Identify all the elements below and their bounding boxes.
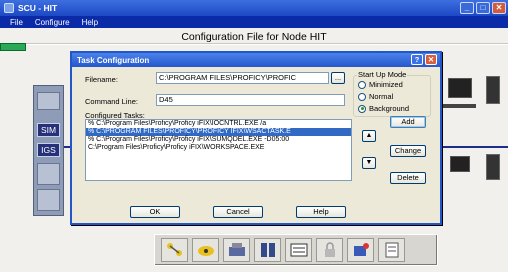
list-item[interactable]: % C:\PROGRAM FILES\PROFICY\PROFICY IFIX\… xyxy=(86,128,351,136)
cancel-button[interactable]: Cancel xyxy=(213,206,263,218)
add-button[interactable]: Add xyxy=(390,116,426,128)
radio-button[interactable] xyxy=(358,92,366,101)
help-button[interactable]: Help xyxy=(296,206,346,218)
command-line-label: Command Line: xyxy=(85,97,138,106)
divider xyxy=(0,43,508,45)
device-slot xyxy=(37,163,60,185)
radio-button[interactable] xyxy=(358,80,366,89)
task-configuration-dialog: Task Configuration ? ✕ Filename: C:\PROG… xyxy=(70,51,442,225)
network-icon[interactable] xyxy=(161,238,188,262)
page-title: Configuration File for Node HIT xyxy=(181,31,327,43)
app-title: SCU - HIT xyxy=(18,3,58,13)
filename-label: Filename: xyxy=(85,75,118,84)
delete-button[interactable]: Delete xyxy=(390,172,426,184)
minimize-button[interactable]: _ xyxy=(460,2,474,14)
move-down-button[interactable]: ▼ xyxy=(362,157,376,169)
filename-field[interactable]: C:\PROGRAM FILES\PROFICY\PROFIC xyxy=(156,72,329,84)
configured-tasks-list[interactable]: % C:\Program Files\Proficy\Proficy iFIX\… xyxy=(85,119,352,181)
device-slot xyxy=(37,189,60,211)
change-button[interactable]: Change xyxy=(390,145,426,157)
help-title-button[interactable]: ? xyxy=(411,54,423,65)
command-line-field[interactable]: D45 xyxy=(156,94,345,106)
ok-button[interactable]: OK xyxy=(130,206,180,218)
menu-configure[interactable]: Configure xyxy=(35,18,70,27)
task-icon[interactable] xyxy=(347,238,374,262)
dialog-title: Task Configuration xyxy=(77,55,150,65)
startup-mode-label: Start Up Mode xyxy=(357,70,408,79)
radio-normal[interactable]: Normal xyxy=(358,92,393,101)
close-button[interactable]: ✕ xyxy=(492,2,506,14)
menu-bar: File Configure Help xyxy=(0,16,508,28)
dialog-title-bar: Task Configuration ? ✕ xyxy=(72,53,440,67)
security-icon[interactable] xyxy=(316,238,343,262)
node-device-panel[interactable]: SIM IGS xyxy=(33,85,64,216)
menu-file[interactable]: File xyxy=(10,18,23,27)
config-icon[interactable] xyxy=(378,238,405,262)
alarm-icon[interactable] xyxy=(192,238,219,262)
device-label-sim: SIM xyxy=(37,123,60,137)
device-label-igs: IGS xyxy=(37,143,60,157)
radio-button[interactable] xyxy=(358,104,366,113)
app-icon xyxy=(4,3,14,13)
browse-button[interactable]: ... xyxy=(331,72,345,84)
maximize-button[interactable]: □ xyxy=(476,2,490,14)
sql-icon[interactable] xyxy=(223,238,250,262)
database-icon[interactable] xyxy=(254,238,281,262)
radio-background[interactable]: Background xyxy=(358,104,409,113)
list-item[interactable]: % C:\Program Files\Proficy\Proficy iFIX\… xyxy=(86,136,351,144)
bottom-toolbar xyxy=(154,234,438,266)
app-title-bar: SCU - HIT _ □ ✕ xyxy=(0,0,508,16)
device-slot xyxy=(37,92,60,110)
scada-icon[interactable] xyxy=(285,238,312,262)
radio-minimized[interactable]: Minimized xyxy=(358,80,403,89)
list-item[interactable]: % C:\Program Files\Proficy\Proficy iFIX\… xyxy=(86,120,351,128)
status-indicator xyxy=(0,43,26,51)
close-dialog-button[interactable]: ✕ xyxy=(425,54,437,65)
move-up-button[interactable]: ▲ xyxy=(362,130,376,142)
window-controls: _ □ ✕ xyxy=(460,2,506,14)
list-item[interactable]: C:\Program Files\Proficy\Proficy iFIX\WO… xyxy=(86,144,351,152)
menu-help[interactable]: Help xyxy=(82,18,98,27)
